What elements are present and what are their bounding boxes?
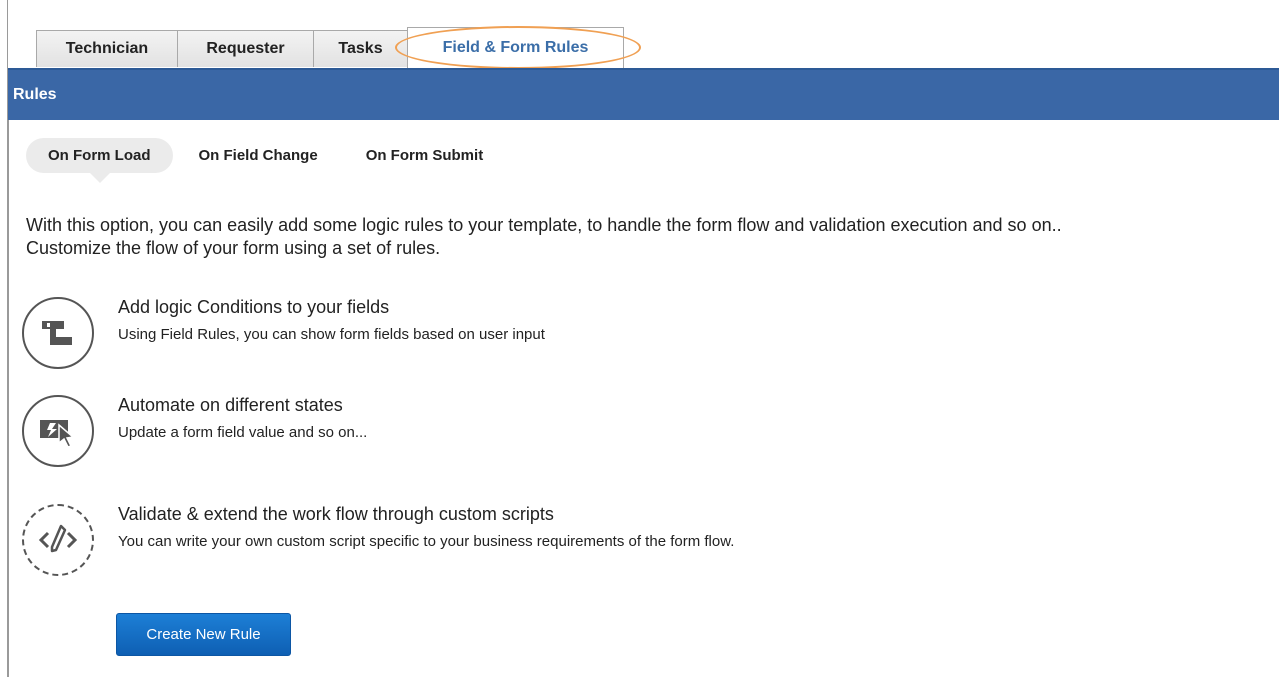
intro-line-2: Customize the flow of your form using a … [26, 238, 441, 258]
subtab-on-field-change[interactable]: On Field Change [199, 147, 318, 164]
create-new-rule-button[interactable]: Create New Rule [116, 613, 291, 656]
code-script-icon [22, 504, 94, 576]
feature-title: Add logic Conditions to your fields [118, 297, 390, 317]
subtab-on-form-submit[interactable]: On Form Submit [366, 147, 484, 164]
subtab-on-form-load[interactable]: On Form Load [26, 137, 173, 183]
feature-logic-conditions: Add logic Conditions to your fields Usin… [22, 297, 1222, 373]
feature-desc: Update a form field value and so on... [118, 424, 368, 441]
tab-technician[interactable]: Technician [36, 30, 178, 67]
logic-flow-icon [22, 297, 94, 369]
intro-text: With this option, you can easily add som… [26, 214, 1266, 260]
feature-title: Automate on different states [118, 395, 343, 415]
intro-line-1: With this option, you can easily add som… [26, 215, 1062, 235]
window-edge [0, 0, 8, 677]
tab-tasks[interactable]: Tasks [313, 30, 408, 67]
tab-field-form-rules[interactable]: Field & Form Rules [407, 27, 624, 68]
feature-desc: You can write your own custom script spe… [118, 533, 735, 550]
feature-automate: Automate on different states Update a fo… [22, 395, 1222, 471]
feature-title: Validate & extend the work flow through … [118, 504, 554, 524]
tab-requester[interactable]: Requester [177, 30, 314, 67]
feature-custom-scripts: Validate & extend the work flow through … [22, 504, 1222, 580]
subtab-bar: On Form Load On Field Change On Form Sub… [26, 137, 531, 183]
rules-header-title: Rules [13, 86, 57, 103]
rules-header: Rules [8, 68, 1279, 120]
automate-click-icon [22, 395, 94, 467]
tab-bar: Technician Requester Tasks Field & Form … [8, 0, 1279, 68]
feature-desc: Using Field Rules, you can show form fie… [118, 326, 545, 343]
